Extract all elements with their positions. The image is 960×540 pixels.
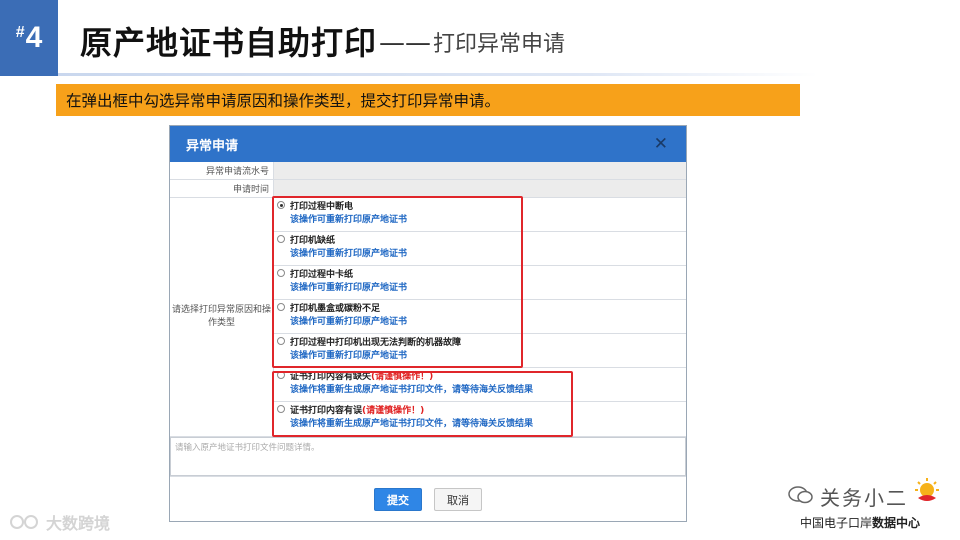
slide: # 4 原产地证书自助打印 —— 打印异常申请 在弹出框中勾选异常申请原因和操作… — [0, 0, 960, 540]
request-time-label: 申请时间 — [170, 180, 274, 197]
reason-label: 请选择打印异常原因和操作类型 — [170, 198, 274, 436]
option-title: 打印过程中卡纸 — [290, 270, 354, 280]
page-title: 原产地证书自助打印 —— 打印异常申请 — [80, 14, 565, 64]
radio-button[interactable] — [277, 371, 285, 379]
radio-button[interactable] — [277, 235, 285, 243]
dialog-header: 异常申请 ✕ — [170, 126, 686, 162]
page-title-sub: 打印异常申请 — [433, 32, 566, 57]
radio-button[interactable] — [277, 405, 285, 413]
option-title: 打印过程中打印机出现无法判断的机器故障 — [290, 338, 462, 348]
option-warning: (请谨慎操作！) — [371, 372, 434, 382]
organization-name: 中国电子口岸数据中心 — [800, 516, 921, 530]
option-description: 该操作将重新生成原产地证书打印文件，请等待海关反馈结果 — [290, 419, 534, 429]
instruction-banner: 在弹出框中勾选异常申请原因和操作类型，提交打印异常申请。 — [56, 84, 800, 116]
account-name: 关务小二 — [820, 486, 908, 510]
radio-button[interactable] — [277, 303, 285, 311]
dialog-title: 异常申请 — [186, 138, 239, 154]
option-warning: (请谨慎操作！) — [362, 406, 425, 416]
option-description: 该操作可重新打印原产地证书 — [290, 283, 408, 293]
reason-options: 打印过程中断电 该操作可重新打印原产地证书 打印机缺纸 该操作可重新打印原产地证… — [274, 198, 686, 436]
radio-button[interactable] — [277, 337, 285, 345]
option-content-missing[interactable]: 证书打印内容有缺失(请谨慎操作！) 该操作将重新生成原产地证书打印文件，请等待海… — [274, 368, 686, 402]
option-out-of-paper[interactable]: 打印机缺纸 该操作可重新打印原产地证书 — [274, 232, 686, 266]
watermark-left: 大数跨境 — [10, 510, 110, 534]
section-number-hash: # — [15, 24, 25, 41]
option-description: 该操作将重新生成原产地证书打印文件，请等待海关反馈结果 — [290, 385, 534, 395]
serial-number-value — [274, 162, 686, 179]
radio-button[interactable] — [277, 201, 285, 209]
details-textarea-wrap — [170, 437, 686, 477]
radio-button[interactable] — [277, 269, 285, 277]
section-number: 4 — [25, 21, 43, 54]
option-title: 打印机缺纸 — [290, 236, 336, 246]
option-content-error[interactable]: 证书打印内容有误(请谨慎操作！) 该操作将重新生成原产地证书打印文件，请等待海关… — [274, 402, 686, 436]
option-title: 打印过程中断电 — [290, 202, 354, 212]
close-icon[interactable]: ✕ — [654, 135, 668, 153]
submit-button[interactable]: 提交 — [374, 488, 422, 511]
request-time-row: 申请时间 — [170, 180, 686, 198]
watermark-left-text: 大数跨境 — [46, 514, 111, 533]
option-description: 该操作可重新打印原产地证书 — [290, 249, 408, 259]
section-number-badge: # 4 — [0, 0, 58, 76]
serial-number-row: 异常申请流水号 — [170, 162, 686, 180]
title-divider — [58, 73, 818, 76]
dialog-buttons: 提交 取消 — [170, 477, 686, 511]
page-title-main: 原产地证书自助打印 — [80, 24, 378, 62]
option-title: 证书打印内容有缺失 — [290, 372, 372, 382]
reason-row: 请选择打印异常原因和操作类型 打印过程中断电 该操作可重新打印原产地证书 打印机… — [170, 198, 686, 437]
cancel-button[interactable]: 取消 — [434, 488, 482, 511]
serial-number-label: 异常申请流水号 — [170, 162, 274, 179]
option-power-failure[interactable]: 打印过程中断电 该操作可重新打印原产地证书 — [274, 198, 686, 232]
option-title: 打印机墨盒或碳粉不足 — [290, 304, 381, 314]
option-paper-jam[interactable]: 打印过程中卡纸 该操作可重新打印原产地证书 — [274, 266, 686, 300]
option-low-ink[interactable]: 打印机墨盒或碳粉不足 该操作可重新打印原产地证书 — [274, 300, 686, 334]
option-machine-fault[interactable]: 打印过程中打印机出现无法判断的机器故障 该操作可重新打印原产地证书 — [274, 334, 686, 368]
brand-logo-icon — [912, 476, 942, 506]
option-description: 该操作可重新打印原产地证书 — [290, 215, 408, 225]
details-textarea[interactable] — [170, 437, 686, 476]
option-title: 证书打印内容有误 — [290, 406, 363, 416]
watermark-logo-icon — [10, 513, 44, 531]
page-title-dash: —— — [379, 28, 432, 58]
watermark-right: 关务小二 中国电子口岸数据中心 — [786, 476, 946, 534]
wechat-icon — [788, 485, 814, 510]
option-description: 该操作可重新打印原产地证书 — [290, 351, 408, 361]
exception-request-dialog: 异常申请 ✕ 异常申请流水号 申请时间 请选择打印异常原因和操作类型 打印过程中… — [169, 125, 687, 522]
request-time-value — [274, 180, 686, 197]
option-description: 该操作可重新打印原产地证书 — [290, 317, 408, 327]
